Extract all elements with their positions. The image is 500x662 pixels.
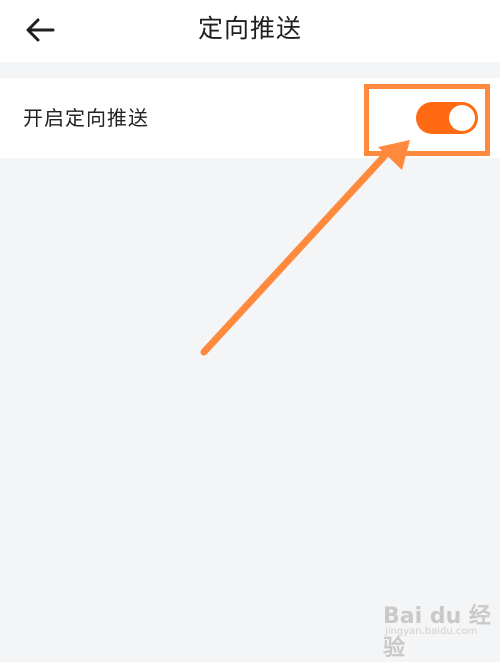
setting-row-targeted-push: 开启定向推送: [0, 78, 500, 158]
targeted-push-toggle[interactable]: [416, 102, 478, 134]
toggle-knob: [449, 105, 475, 131]
page-title: 定向推送: [197, 14, 302, 43]
watermark-url: jingyan.baidu.com: [385, 626, 478, 637]
setting-label: 开启定向推送: [23, 106, 149, 130]
baidu-jingyan-watermark: Bai du 经验 jingyan.baidu.com: [383, 598, 493, 661]
section-gap: [0, 62, 500, 78]
header-bar: 定向推送: [0, 0, 500, 62]
